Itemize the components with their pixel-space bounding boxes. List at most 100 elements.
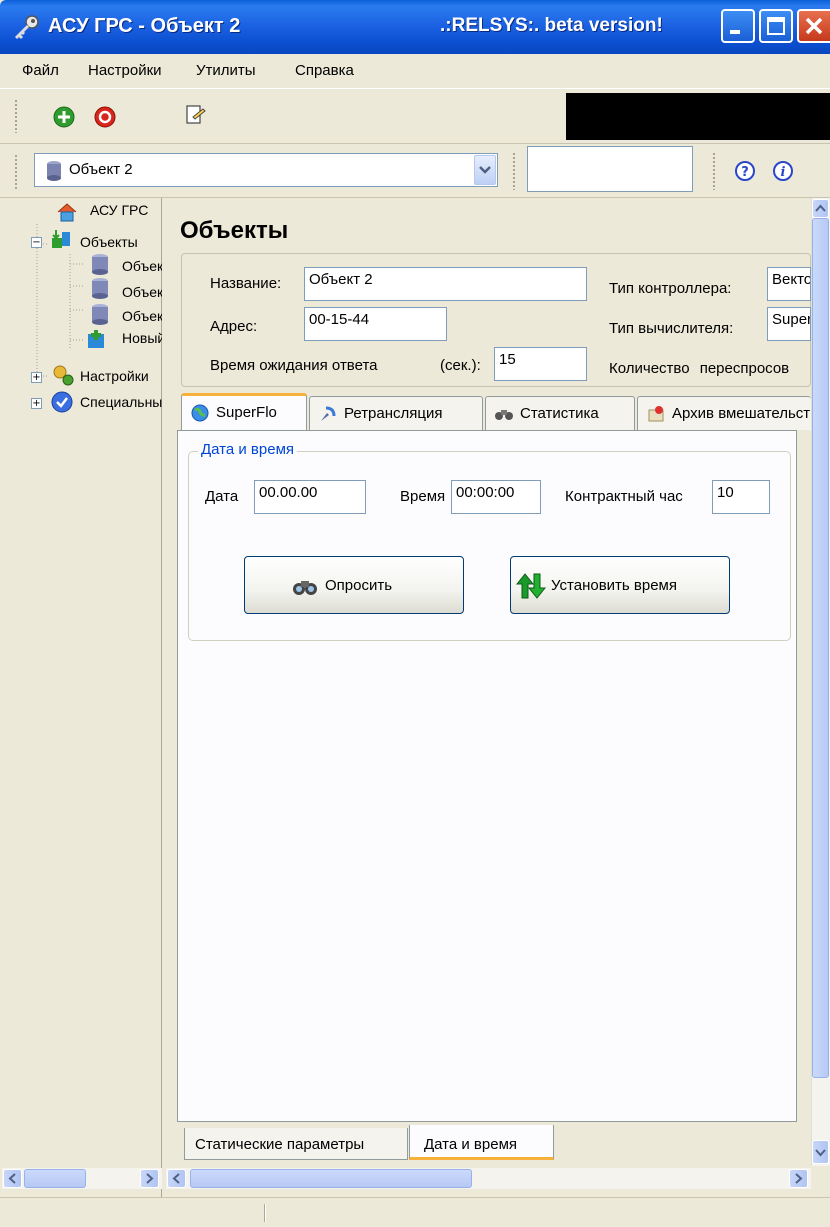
datetime-group-title: Дата и время	[198, 441, 298, 458]
timeout-field[interactable]: 15	[494, 347, 587, 381]
binoculars-icon	[293, 581, 317, 595]
tree-scroll-left-button[interactable]	[3, 1169, 22, 1188]
tree-item-root[interactable]: АСУ ГРС	[90, 202, 162, 218]
tree-item-settings[interactable]: Настройки	[80, 368, 162, 384]
main-scroll-left-button[interactable]	[167, 1169, 186, 1188]
search-input[interactable]	[527, 146, 693, 192]
tree-expand-special[interactable]: +	[31, 398, 42, 409]
status-separator	[264, 1204, 266, 1222]
timeout-unit-label: (сек.):	[440, 357, 481, 374]
tree-horizontal-thumb[interactable]	[24, 1169, 86, 1188]
calculator-type-field[interactable]: SuperFlo	[767, 307, 811, 341]
maximize-button[interactable]	[759, 9, 793, 43]
toolbar-grip[interactable]	[14, 99, 18, 133]
query-button-label: Опросить	[325, 577, 393, 594]
status-display	[566, 93, 830, 140]
menu-file[interactable]: Файл	[22, 62, 59, 79]
tab-label: Статические параметры	[195, 1136, 365, 1153]
maximize-icon	[767, 17, 785, 35]
scroll-down-button[interactable]	[812, 1140, 829, 1164]
tab-relay[interactable]: Ретрансляция	[309, 396, 483, 430]
contract-hour-field[interactable]: 10	[712, 480, 770, 514]
chevron-left-icon	[172, 1173, 180, 1184]
svg-text:i: i	[781, 165, 786, 180]
menu-bar: Файл Настройки Утилиты Справка	[0, 54, 830, 88]
set-time-button-label: Установить время	[551, 577, 677, 594]
main-scroll-right-button[interactable]	[789, 1169, 808, 1188]
globe-icon	[191, 404, 209, 422]
settings-icon	[53, 365, 74, 386]
tab-superflo[interactable]: SuperFlo	[181, 393, 307, 431]
tab-label: Архив вмешательств	[672, 405, 811, 422]
stop-icon[interactable]	[93, 105, 117, 129]
tab-static-parameters[interactable]: Статические параметры	[184, 1128, 408, 1160]
object-selector[interactable]: Объект 2	[34, 153, 498, 187]
tab-label: Статистика	[520, 405, 599, 422]
tree-scroll-right-button[interactable]	[140, 1169, 159, 1188]
menu-utilities[interactable]: Утилиты	[196, 62, 256, 79]
menu-settings[interactable]: Настройки	[88, 62, 162, 79]
database-icon	[92, 304, 108, 325]
tab-label: SuperFlo	[216, 404, 277, 421]
status-bar	[0, 1197, 830, 1227]
address-field[interactable]: 00-15-44	[304, 307, 447, 341]
timeout-label: Время ожидания ответа	[210, 357, 378, 374]
object-selector-dropdown[interactable]	[474, 155, 496, 185]
tree-expand-settings[interactable]: +	[31, 372, 42, 383]
time-label: Время	[400, 488, 446, 505]
database-icon	[92, 278, 108, 299]
info-icon[interactable]: i	[771, 160, 795, 184]
svg-text:?: ?	[741, 165, 749, 180]
vertical-scroll-thumb[interactable]	[812, 218, 829, 1078]
home-icon	[57, 203, 77, 222]
binoculars-icon	[495, 410, 513, 420]
tree-item-object-2[interactable]: Объект 2	[122, 284, 162, 300]
name-field[interactable]: Объект 2	[304, 267, 587, 301]
combobar-grip-3[interactable]	[712, 152, 716, 190]
date-field[interactable]: 00.00.00	[254, 480, 366, 514]
combobar-grip-2[interactable]	[512, 152, 516, 190]
chevron-left-icon	[8, 1173, 16, 1184]
scroll-up-button[interactable]	[812, 199, 829, 218]
close-button[interactable]	[797, 9, 830, 43]
database-icon	[47, 161, 61, 181]
tree-item-special[interactable]: Специальные	[80, 394, 162, 410]
main-horizontal-thumb[interactable]	[190, 1169, 472, 1188]
help-icon[interactable]: ?	[733, 160, 757, 184]
name-label: Название:	[210, 275, 282, 292]
tab-date-time[interactable]: Дата и время	[409, 1125, 554, 1160]
time-field[interactable]: 00:00:00	[451, 480, 541, 514]
sync-arrows-icon	[515, 573, 547, 599]
minimize-button[interactable]	[721, 9, 755, 43]
chevron-down-icon	[479, 166, 491, 174]
date-label: Дата	[205, 488, 239, 505]
tab-label: Дата и время	[424, 1136, 518, 1153]
chevron-right-icon	[146, 1173, 154, 1184]
tree-item-object-3[interactable]: Объект 3	[122, 308, 162, 324]
address-label: Адрес:	[210, 318, 258, 335]
tree-item-new[interactable]: Новый	[122, 330, 162, 346]
page-title: Объекты	[180, 217, 289, 244]
key-icon	[14, 15, 39, 40]
tab-statistics[interactable]: Статистика	[485, 396, 635, 430]
title-bar: АСУ ГРС - Объект 2 .:RELSYS:. beta versi…	[0, 0, 830, 54]
tree-item-objects[interactable]: Объекты	[80, 234, 162, 250]
object-selector-value: Объект 2	[69, 161, 133, 178]
combobar-grip[interactable]	[14, 154, 18, 190]
new-object-icon	[88, 330, 104, 348]
database-icon	[92, 254, 108, 275]
edit-icon[interactable]	[183, 103, 207, 127]
controller-type-label: Тип контроллера:	[609, 280, 732, 297]
query-button[interactable]: Опросить	[244, 556, 464, 614]
tree-collapse-objects[interactable]: −	[31, 237, 42, 248]
controller-type-field[interactable]: Вектор	[767, 267, 811, 301]
tree-item-object-1[interactable]: Объект 1	[122, 258, 162, 274]
menu-help[interactable]: Справка	[295, 62, 354, 79]
window-subtitle: .:RELSYS:. beta version!	[440, 15, 663, 36]
chevron-right-icon	[795, 1173, 803, 1184]
close-icon	[805, 17, 823, 35]
minimize-icon	[730, 30, 740, 34]
set-time-button[interactable]: Установить время	[510, 556, 730, 614]
tab-intervention-archive[interactable]: Архив вмешательств	[637, 396, 811, 430]
add-icon[interactable]	[52, 105, 76, 129]
